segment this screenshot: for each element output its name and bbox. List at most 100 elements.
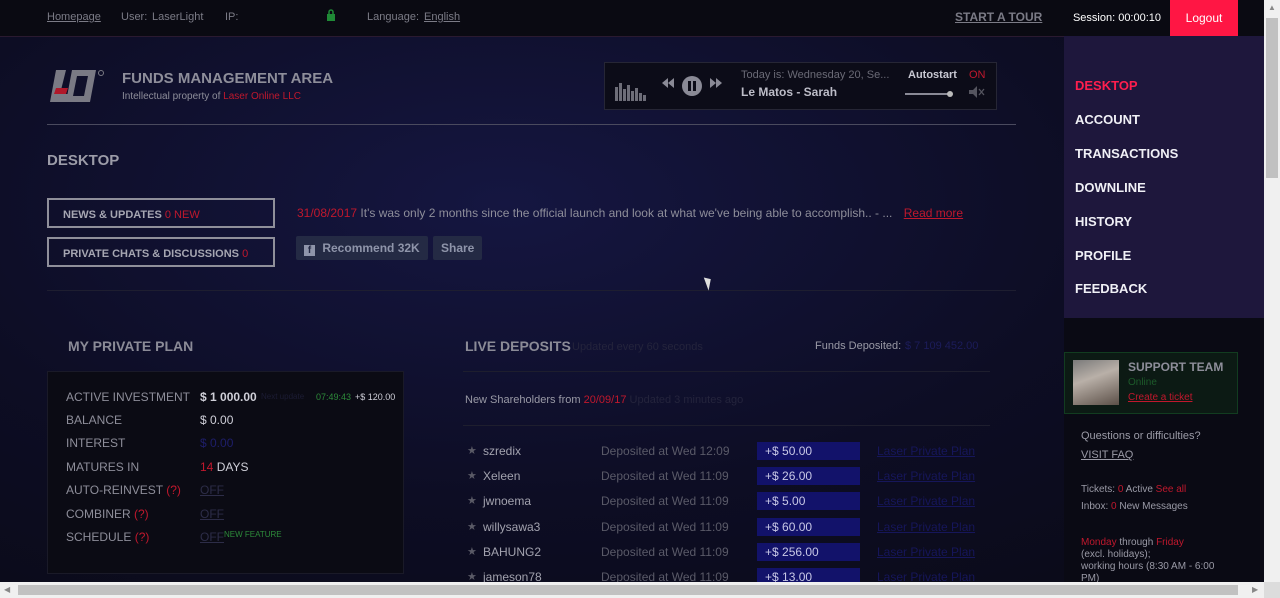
combiner-label: COMBINER (?) bbox=[66, 507, 149, 521]
previous-icon[interactable] bbox=[662, 77, 674, 92]
support-title: SUPPORT TEAM bbox=[1128, 360, 1224, 374]
nav-item-downline[interactable]: DOWNLINE bbox=[1075, 180, 1146, 195]
section-title: DESKTOP bbox=[47, 152, 120, 169]
ip-label: IP: bbox=[225, 11, 239, 23]
vertical-scroll-thumb[interactable] bbox=[1266, 18, 1278, 178]
today-date: Today is: Wednesday 20, Se... bbox=[741, 69, 890, 81]
homepage-link[interactable]: Homepage bbox=[47, 11, 101, 23]
nav-item-profile[interactable]: PROFILE bbox=[1075, 248, 1131, 263]
private-chats-button[interactable]: PRIVATE CHATS & DISCUSSIONS 0 bbox=[47, 237, 275, 267]
nav-item-feedback[interactable]: FEEDBACK bbox=[1075, 281, 1147, 296]
news-count: 0 NEW bbox=[164, 209, 200, 221]
scroll-right-icon[interactable]: ▶ bbox=[1252, 585, 1258, 594]
live-deposits-title: LIVE DEPOSITS bbox=[465, 338, 571, 354]
new-shareholders: New Shareholders from 20/09/17 Updated 3… bbox=[465, 394, 744, 406]
deposit-plan-link[interactable]: Laser Private Plan bbox=[877, 545, 975, 559]
create-ticket-link[interactable]: Create a ticket bbox=[1128, 392, 1192, 403]
help-icon[interactable]: (?) bbox=[134, 507, 149, 521]
deposit-time: Deposited at Wed 11:09 bbox=[601, 494, 729, 509]
logout-button[interactable]: Logout bbox=[1170, 0, 1238, 36]
deposit-amount: +$ 60.00 bbox=[757, 517, 860, 536]
share-button[interactable]: Share bbox=[433, 236, 483, 260]
nav-item-history[interactable]: HISTORY bbox=[1075, 214, 1132, 229]
company-logo[interactable] bbox=[50, 68, 106, 109]
track-title: Le Matos - Sarah bbox=[741, 85, 838, 99]
autostart-label: Autostart bbox=[908, 69, 957, 81]
pause-icon[interactable] bbox=[681, 75, 703, 100]
scroll-left-icon[interactable]: ◀ bbox=[4, 585, 10, 594]
visit-faq-link[interactable]: VISIT FAQ bbox=[1081, 449, 1133, 461]
start-tour-link[interactable]: START A TOUR bbox=[955, 10, 1042, 24]
nav-item-transactions[interactable]: TRANSACTIONS bbox=[1075, 146, 1178, 161]
list-item: ★ BAHUNG2 Deposited at Wed 11:09 +$ 256.00 L… bbox=[467, 542, 987, 563]
company-name: Laser Online LLC bbox=[223, 91, 301, 102]
list-item: ★ willysawa3 Deposited at Wed 11:09 +$ 60.0… bbox=[467, 517, 987, 538]
balance-label: BALANCE bbox=[66, 413, 123, 427]
star-icon: ★ bbox=[467, 571, 477, 582]
nav-item-account[interactable]: ACCOUNT bbox=[1075, 112, 1140, 127]
news-item: 31/08/2017 It's was only 2 months since … bbox=[297, 206, 963, 220]
deposit-amount: +$ 26.00 bbox=[757, 467, 860, 486]
nav-item-desktop[interactable]: DESKTOP bbox=[1075, 78, 1138, 93]
tickets-line: Tickets: 0 Active See all bbox=[1081, 484, 1187, 495]
volume-slider[interactable] bbox=[905, 91, 953, 97]
combiner-toggle[interactable]: OFF bbox=[200, 507, 224, 521]
facebook-icon: f bbox=[304, 245, 315, 256]
deposit-plan-link[interactable]: Laser Private Plan bbox=[877, 494, 975, 508]
read-more-link[interactable]: Read more bbox=[904, 206, 963, 220]
mute-icon[interactable] bbox=[969, 86, 985, 101]
schedule-toggle[interactable]: OFF bbox=[200, 530, 224, 544]
help-icon[interactable]: (?) bbox=[166, 483, 181, 497]
language-select[interactable]: English bbox=[424, 11, 460, 23]
deposit-plan-link[interactable]: Laser Private Plan bbox=[877, 570, 975, 582]
chats-count: 0 bbox=[242, 248, 249, 260]
lock-icon bbox=[326, 9, 336, 24]
questions-text: Questions or difficulties? bbox=[1081, 430, 1201, 442]
balance-value: $ 0.00 bbox=[200, 413, 234, 427]
deposit-user[interactable]: BAHUNG2 bbox=[483, 545, 541, 559]
volume-handle[interactable] bbox=[947, 91, 953, 97]
active-investment-value: $ 1 000.00 bbox=[200, 390, 257, 404]
scroll-up-icon[interactable]: ▲ bbox=[1268, 3, 1276, 12]
star-icon: ★ bbox=[467, 470, 477, 483]
list-item: ★ szredix Deposited at Wed 12:09 +$ 50.00 La… bbox=[467, 442, 987, 462]
deposit-time: Deposited at Wed 12:09 bbox=[601, 444, 730, 458]
next-update-time: 07:49:43 bbox=[316, 392, 352, 402]
deposit-amount: +$ 13.00 bbox=[757, 568, 860, 582]
support-panel: SUPPORT TEAM Online Create a ticket bbox=[1064, 352, 1238, 414]
header-divider bbox=[47, 124, 1016, 125]
interest-label: INTEREST bbox=[66, 436, 126, 450]
main-nav: DESKTOP ACCOUNT TRANSACTIONS DOWNLINE HI… bbox=[1064, 36, 1264, 318]
funds-deposited-value: $ 7 109 452.00 bbox=[905, 340, 979, 352]
matures-value: 14 DAYS bbox=[200, 460, 249, 474]
user-label: User: bbox=[121, 11, 148, 23]
horizontal-scroll-thumb[interactable] bbox=[18, 585, 1238, 595]
session-timer: Session: 00:00:10 bbox=[1064, 0, 1170, 36]
auto-reinvest-label: AUTO-REINVEST (?) bbox=[66, 483, 181, 497]
deposit-user[interactable]: jameson78 bbox=[483, 570, 542, 582]
news-updates-button[interactable]: NEWS & UPDATES 0 NEW bbox=[47, 198, 275, 228]
section-divider bbox=[47, 290, 1016, 291]
matures-label: MATURES IN bbox=[66, 460, 140, 474]
deposit-user[interactable]: szredix bbox=[483, 444, 521, 458]
deposit-time: Deposited at Wed 11:09 bbox=[601, 519, 729, 534]
help-icon[interactable]: (?) bbox=[135, 530, 150, 544]
support-status: Online bbox=[1128, 377, 1157, 388]
deposit-user[interactable]: Xeleen bbox=[483, 469, 520, 483]
deposit-plan-link[interactable]: Laser Private Plan bbox=[877, 444, 975, 458]
auto-reinvest-toggle[interactable]: OFF bbox=[200, 483, 224, 497]
new-feature-badge: NEW FEATURE bbox=[224, 530, 282, 539]
mouse-cursor bbox=[703, 275, 715, 291]
see-all-link[interactable]: See all bbox=[1156, 484, 1187, 495]
deposit-plan-link[interactable]: Laser Private Plan bbox=[877, 469, 975, 483]
next-update-label: Next update bbox=[261, 392, 305, 401]
plan-title: MY PRIVATE PLAN bbox=[68, 338, 194, 354]
deposit-plan-link[interactable]: Laser Private Plan bbox=[877, 520, 975, 534]
next-icon[interactable] bbox=[710, 77, 722, 92]
recommend-button[interactable]: f Recommend 32K bbox=[296, 236, 428, 260]
music-player: Today is: Wednesday 20, Se... Le Matos -… bbox=[604, 62, 997, 110]
deposit-user[interactable]: jwnoema bbox=[483, 494, 531, 508]
autostart-toggle[interactable]: ON bbox=[969, 69, 986, 81]
funds-deposited-label: Funds Deposited: bbox=[815, 340, 902, 352]
deposit-user[interactable]: willysawa3 bbox=[483, 520, 540, 534]
